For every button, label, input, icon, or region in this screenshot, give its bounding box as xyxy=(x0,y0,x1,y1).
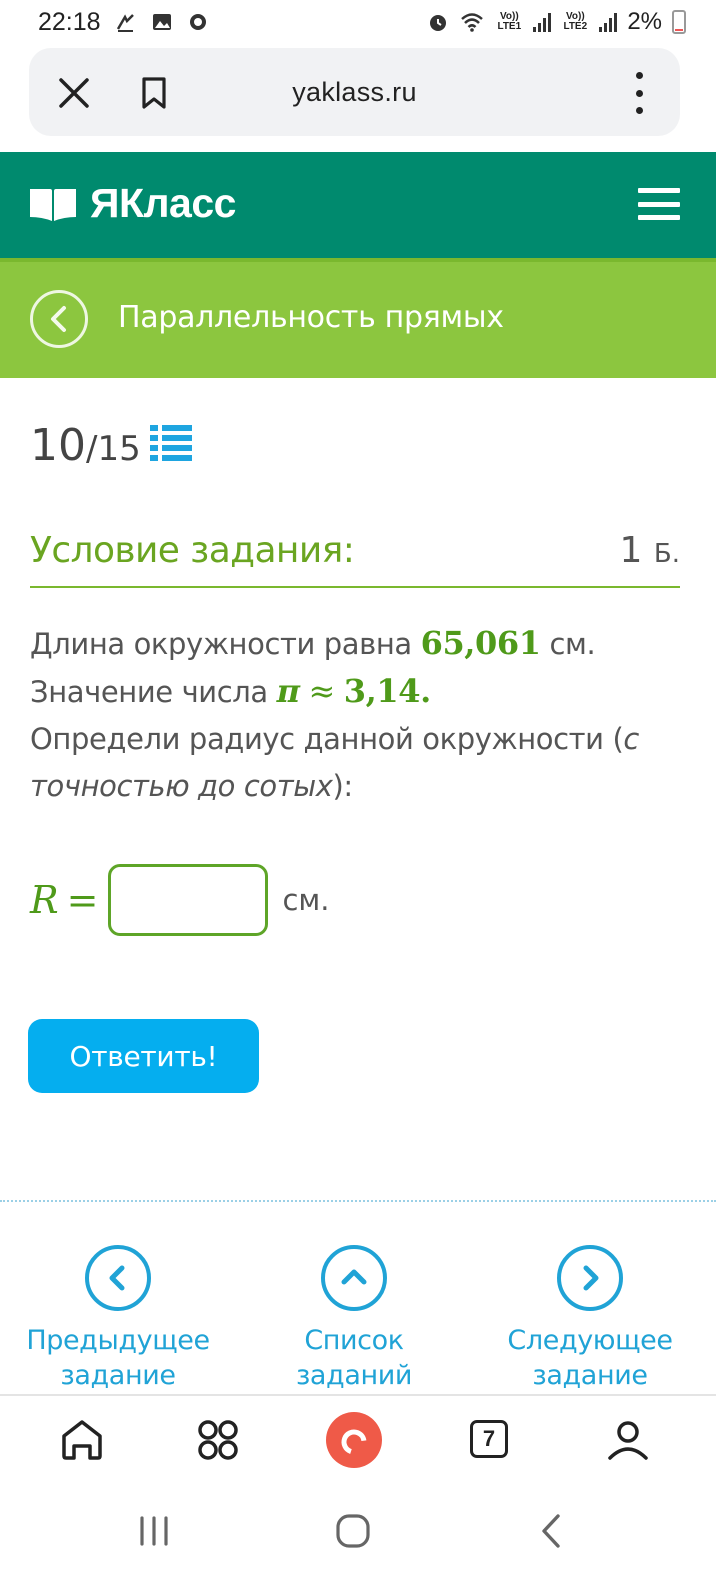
alice-assistant-button[interactable] xyxy=(326,1412,382,1468)
back-button[interactable] xyxy=(30,290,88,348)
divider xyxy=(0,1200,716,1202)
book-icon xyxy=(30,188,76,221)
condition-header: Условие задания: 1 Б. xyxy=(30,530,680,588)
home-icon[interactable] xyxy=(58,1416,106,1464)
browser-bottom-bar: 7 xyxy=(0,1394,716,1486)
battery-percent: 2% xyxy=(627,8,662,35)
radius-input[interactable] xyxy=(108,864,269,936)
prev-task-link[interactable]: Предыдущее задание xyxy=(8,1245,228,1393)
system-home-icon[interactable] xyxy=(334,1512,372,1550)
points-value: 1 xyxy=(619,530,643,571)
app-header: ЯКласс xyxy=(0,152,716,258)
pi-value: 3,14. xyxy=(343,672,431,710)
signal-icon xyxy=(533,12,552,32)
next-task-link[interactable]: Следующее задание xyxy=(480,1245,700,1393)
alice-icon xyxy=(341,1429,367,1455)
url-text[interactable]: yaklass.ru xyxy=(29,77,680,108)
length-value: 65,061 xyxy=(420,624,541,662)
submit-answer-button[interactable]: Ответить! xyxy=(28,1019,259,1093)
task-text-part: ): xyxy=(332,769,353,803)
apps-grid-icon[interactable] xyxy=(194,1416,242,1464)
chevron-up-icon[interactable] xyxy=(321,1245,387,1311)
chevron-left-icon[interactable] xyxy=(85,1245,151,1311)
counter-current: 10 xyxy=(30,420,86,471)
battery-icon xyxy=(672,10,686,34)
wifi-icon xyxy=(461,13,484,32)
condition-title: Условие задания: xyxy=(30,530,355,571)
task-list-link[interactable]: Список заданий xyxy=(244,1245,464,1393)
status-bar: 22:18 Vo)) LTE1 Vo)) LTE2 2% xyxy=(0,0,716,44)
logo[interactable]: ЯКласс xyxy=(28,180,236,227)
task-text: Длина окружности равна 65,061 см. Значен… xyxy=(30,620,685,810)
counter-total: /15 xyxy=(86,429,141,469)
answer-equals: = xyxy=(66,878,99,922)
answer-unit: см. xyxy=(282,883,330,917)
chevron-left-icon xyxy=(51,306,66,332)
alarm-icon xyxy=(430,15,447,31)
gallery-icon xyxy=(152,14,171,30)
list-icon[interactable] xyxy=(150,423,192,461)
topic-bar: Параллельность прямых xyxy=(0,258,716,378)
system-back-icon[interactable] xyxy=(536,1512,566,1550)
task-list-label-2[interactable]: заданий xyxy=(296,1360,412,1391)
next-task-label-1[interactable]: Следующее xyxy=(507,1325,673,1356)
answer-label: R xyxy=(30,878,59,922)
status-time: 22:18 xyxy=(38,7,101,36)
answer-row: R = см. xyxy=(30,864,330,936)
sim1-label: Vo)) LTE1 xyxy=(497,11,522,32)
chevron-right-icon[interactable] xyxy=(557,1245,623,1311)
chat-icon xyxy=(189,14,206,30)
topic-title[interactable]: Параллельность прямых xyxy=(118,300,504,335)
system-nav-bar xyxy=(0,1486,716,1591)
sim2-label: Vo)) LTE2 xyxy=(563,11,588,32)
next-task-label-2[interactable]: задание xyxy=(532,1360,648,1391)
tabs-counter[interactable]: 7 xyxy=(470,1420,508,1458)
task-text-part: Длина окружности равна xyxy=(30,627,421,661)
gesture-icon xyxy=(116,14,134,32)
task-text-part: Определи радиус данной окружности ( xyxy=(30,722,624,756)
points: 1 Б. xyxy=(620,530,680,571)
task-counter: 10 /15 xyxy=(30,420,141,471)
more-vert-icon[interactable] xyxy=(634,72,644,114)
task-list-label-1[interactable]: Список xyxy=(304,1325,404,1356)
pi-symbol: π xyxy=(276,672,300,710)
prev-task-label-2[interactable]: задание xyxy=(60,1360,176,1391)
recent-apps-icon[interactable] xyxy=(136,1514,172,1548)
logo-text: ЯКласс xyxy=(90,180,236,226)
approx-symbol: ≈ xyxy=(308,672,335,710)
points-unit: Б. xyxy=(653,539,680,569)
browser-url-bar[interactable]: yaklass.ru xyxy=(29,48,680,136)
menu-icon[interactable] xyxy=(638,188,680,220)
profile-icon[interactable] xyxy=(604,1416,652,1464)
signal-icon xyxy=(599,12,618,32)
prev-task-label-1[interactable]: Предыдущее xyxy=(26,1325,210,1356)
